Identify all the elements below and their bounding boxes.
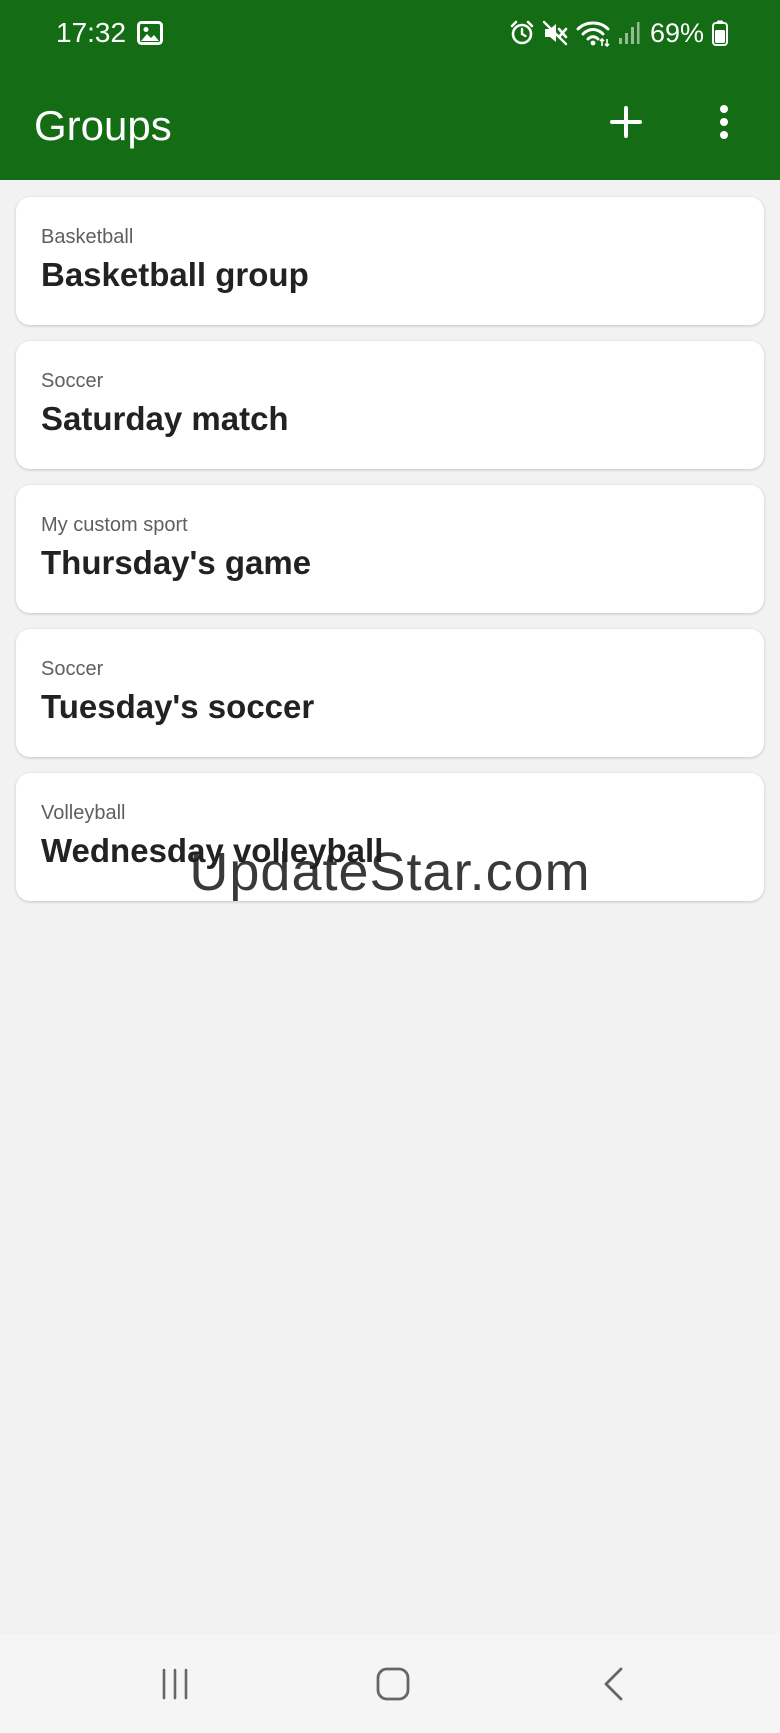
group-sport-label: My custom sport	[41, 514, 188, 536]
recents-icon	[162, 1668, 188, 1700]
alarm-icon	[510, 20, 534, 46]
back-icon	[604, 1667, 623, 1701]
group-sport-label: Volleyball	[41, 802, 126, 824]
group-list: Basketball Basketball group Soccer Satur…	[16, 197, 764, 917]
more-options-button[interactable]	[694, 92, 754, 152]
group-sport-label: Soccer	[41, 370, 104, 392]
group-name: Thursday's game	[41, 544, 312, 581]
add-icon	[610, 106, 642, 138]
group-card[interactable]: Soccer Tuesday's soccer	[16, 629, 764, 757]
group-card[interactable]: Basketball Basketball group	[16, 197, 764, 325]
status-time: 17:32	[56, 17, 127, 48]
battery-icon	[712, 20, 728, 46]
app-bar: Groups	[0, 66, 780, 180]
group-card[interactable]: Soccer Saturday match	[16, 341, 764, 469]
wifi-icon	[576, 19, 610, 47]
back-button[interactable]	[578, 1654, 648, 1714]
signal-icon	[618, 21, 640, 45]
recents-button[interactable]	[140, 1654, 210, 1714]
group-name: Wednesday volleyball	[41, 832, 384, 869]
mute-icon	[542, 20, 568, 46]
battery-percent: 69%	[649, 18, 704, 48]
status-bar: 17:32 69%	[0, 0, 780, 66]
home-icon	[376, 1667, 410, 1701]
navigation-bar	[0, 1634, 780, 1733]
more-vert-icon	[720, 105, 728, 139]
group-card[interactable]: My custom sport Thursday's game	[16, 485, 764, 613]
group-name: Basketball group	[41, 256, 309, 293]
page-title: Groups	[34, 102, 172, 149]
group-card[interactable]: Volleyball Wednesday volleyball	[16, 773, 764, 901]
group-sport-label: Soccer	[41, 658, 104, 680]
group-name: Tuesday's soccer	[41, 688, 315, 725]
gallery-icon	[137, 21, 163, 45]
status-icons: 69%	[510, 16, 728, 50]
group-sport-label: Basketball	[41, 226, 134, 248]
group-name: Saturday match	[41, 400, 289, 437]
home-button[interactable]	[358, 1654, 428, 1714]
add-group-button[interactable]	[596, 92, 656, 152]
